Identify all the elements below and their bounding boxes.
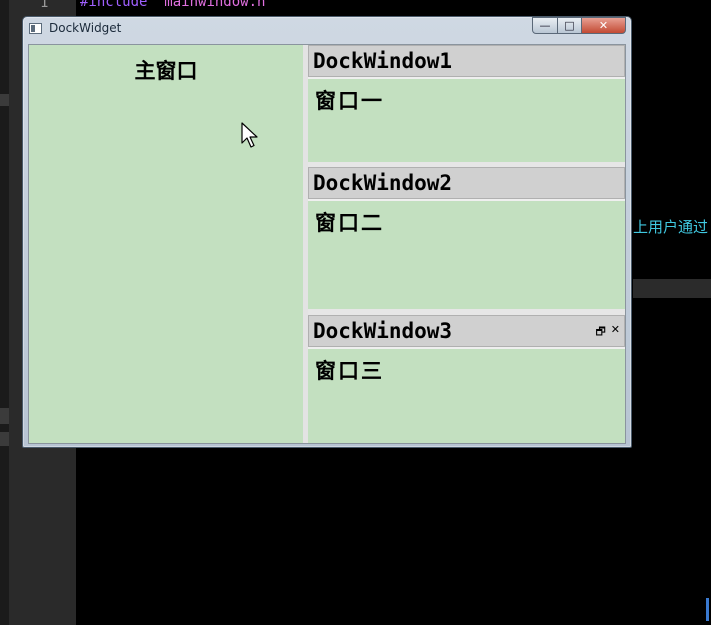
- editor-comment-fragment: 上用户通过: [633, 218, 709, 236]
- code-keyword: #include: [80, 0, 148, 10]
- dock-close-icon[interactable]: ✕: [611, 323, 620, 342]
- window-controls: — □ ✕: [532, 17, 626, 35]
- dock-window-1: DockWindow1 窗口一: [308, 45, 625, 162]
- mouse-cursor-icon: [241, 122, 258, 148]
- line-number: 1: [40, 0, 49, 11]
- dock-content-label-3: 窗口三: [315, 358, 384, 383]
- code-string: "mainwindow.h": [155, 0, 274, 10]
- dock-content-2[interactable]: 窗口二: [308, 201, 625, 309]
- editor-side-mark: [0, 94, 9, 106]
- code-line[interactable]: #include "mainwindow.h": [80, 0, 274, 10]
- dock-content-3[interactable]: 窗口三: [308, 349, 625, 443]
- dock-content-label-1: 窗口一: [315, 88, 384, 113]
- central-widget[interactable]: 主窗口: [29, 45, 303, 443]
- editor-text-cursor: [706, 598, 709, 621]
- dock-title-bar-3[interactable]: DockWindow3 🗗 ✕: [308, 315, 625, 347]
- editor-side-mark: [0, 432, 9, 446]
- dock-title-bar-2[interactable]: DockWindow2: [308, 167, 625, 199]
- dock-title-1: DockWindow1: [313, 49, 453, 73]
- window-client-area: 主窗口 DockWindow1 窗口一 DockWindow2 窗口二 Dock…: [28, 44, 626, 444]
- dock-content-1[interactable]: 窗口一: [308, 79, 625, 162]
- app-window-icon[interactable]: [29, 23, 42, 34]
- editor-side-mark: [0, 408, 9, 424]
- central-widget-label: 主窗口: [134, 58, 198, 83]
- close-button[interactable]: ✕: [581, 17, 626, 34]
- dock-window-2: DockWindow2 窗口二: [308, 167, 625, 309]
- window-titlebar[interactable]: DockWidget — □ ✕: [23, 17, 631, 41]
- minimize-button[interactable]: —: [532, 17, 558, 34]
- dock-title-2: DockWindow2: [313, 171, 453, 195]
- editor-current-line: [633, 279, 711, 298]
- window-title: DockWidget: [49, 21, 122, 35]
- dock-title-bar-1[interactable]: DockWindow1: [308, 45, 625, 77]
- dock-content-label-2: 窗口二: [315, 210, 384, 235]
- dockwidget-window: DockWidget — □ ✕ 主窗口 DockWindow1 窗口一 Doc…: [22, 16, 632, 448]
- dock-float-icon[interactable]: 🗗: [595, 323, 605, 342]
- dock-title-buttons: 🗗 ✕: [595, 323, 620, 342]
- dock-title-3: DockWindow3: [313, 319, 453, 343]
- dock-window-3: DockWindow3 🗗 ✕ 窗口三: [308, 315, 625, 443]
- maximize-button[interactable]: □: [557, 17, 582, 34]
